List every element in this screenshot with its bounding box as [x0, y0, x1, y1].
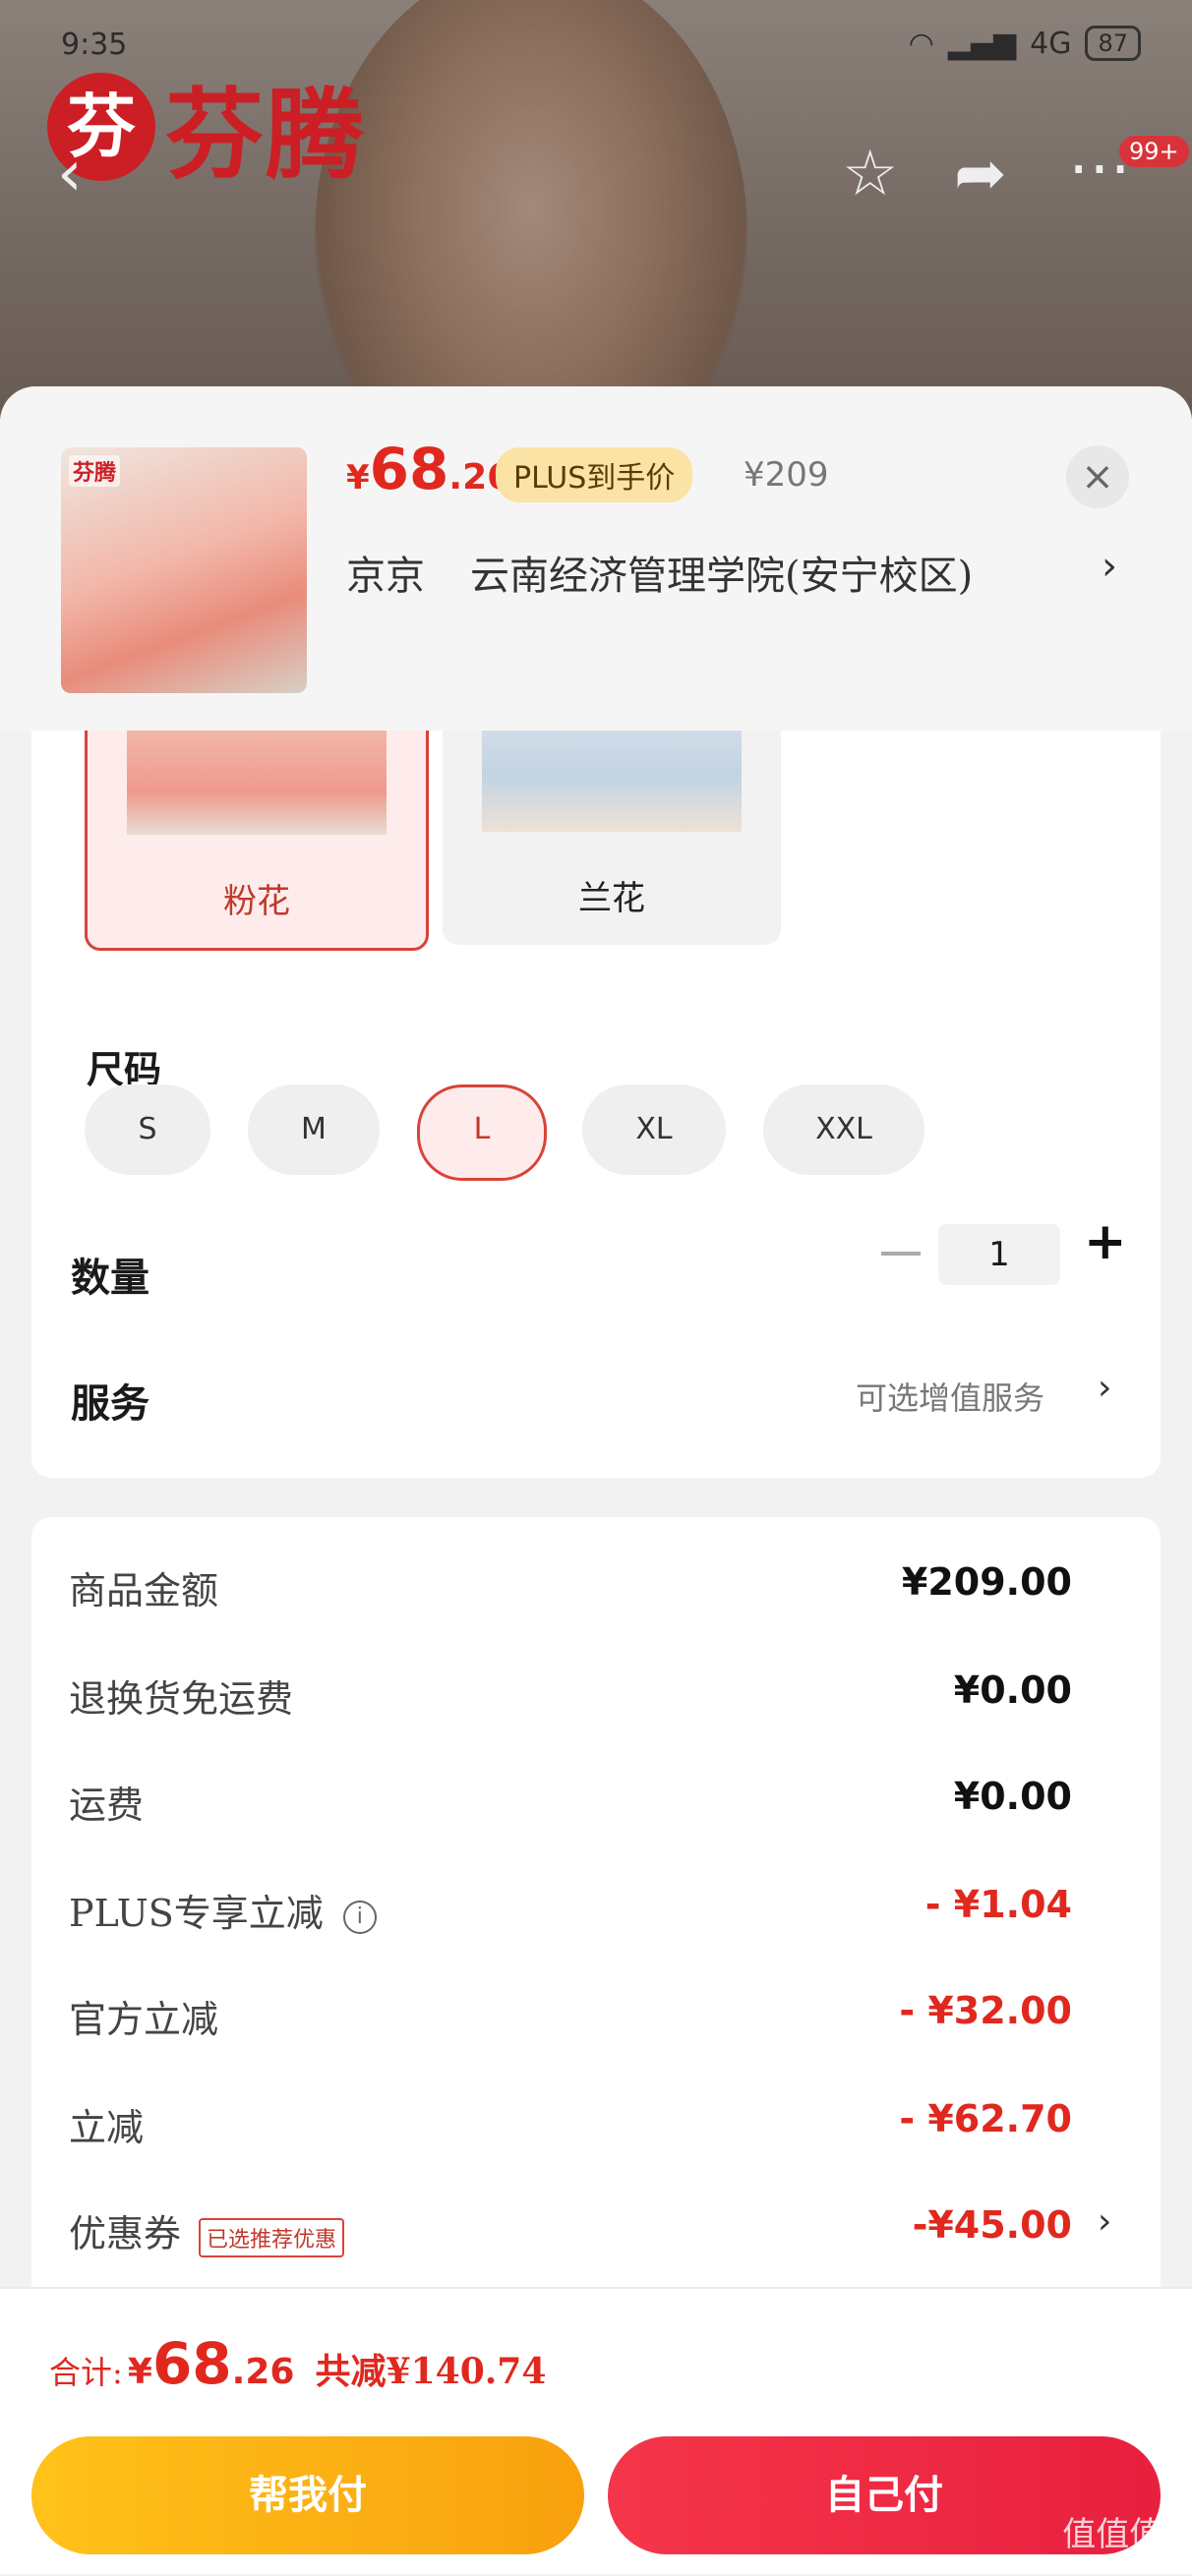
close-button[interactable]: ×: [1066, 445, 1129, 508]
watermark: 值值值 zhizhizhi.com: [1062, 2515, 1182, 2576]
total-saved: 共减¥140.74: [315, 2351, 547, 2392]
chevron-right-icon[interactable]: ›: [1102, 544, 1117, 589]
delivery-address[interactable]: 京京 云南经济管理学院(安宁校区): [346, 544, 973, 601]
price-row-value: ¥209.00: [901, 1560, 1072, 1604]
plus-price-tag: PLUS到手价: [496, 447, 693, 502]
star-icon[interactable]: ☆: [842, 138, 898, 210]
price-row-label: 运费: [69, 1784, 145, 1827]
address-city: 京京: [346, 554, 425, 599]
price-row-value: - ¥32.00: [899, 1989, 1072, 2032]
coupon-value[interactable]: -¥45.00: [913, 2203, 1072, 2247]
total-price: 合计: ¥68.26 共减¥140.74: [49, 2330, 547, 2397]
brand-logo: 芬 芬腾: [47, 55, 366, 198]
coupon-tag: 已选推荐优惠: [199, 2217, 345, 2257]
color-option-label: 兰花: [578, 879, 645, 918]
price-row-value: - ¥62.70: [899, 2097, 1072, 2140]
size-option-s[interactable]: S: [85, 1084, 210, 1175]
quantity-increase-button[interactable]: +: [1084, 1212, 1127, 1271]
color-option-label: 粉花: [223, 882, 290, 921]
service-hint[interactable]: 可选增值服务: [856, 1374, 1044, 1419]
price-row-label: 商品金额: [69, 1569, 219, 1612]
price-detail-card: 商品金额 ¥209.00 退换货免运费 ¥0.00 运费 ¥0.00 PLUS专…: [31, 1517, 1161, 2304]
size-option-xl[interactable]: XL: [582, 1084, 726, 1175]
back-arrow-icon[interactable]: ‹: [57, 138, 83, 210]
price-row-label: 立减: [69, 2106, 145, 2149]
price-row-label: PLUS专享立减: [69, 1892, 324, 1935]
network-label: 4G: [1030, 26, 1072, 61]
help-pay-button[interactable]: 帮我付: [31, 2436, 584, 2554]
battery-icon: 87: [1085, 26, 1141, 61]
service-label: 服务: [71, 1380, 149, 1427]
total-label: 合计:: [49, 2354, 123, 2391]
price-row-value: ¥0.00: [953, 1669, 1072, 1712]
chevron-right-icon[interactable]: ›: [1098, 1368, 1111, 1408]
size-option-l[interactable]: L: [417, 1084, 547, 1181]
price-row-value: - ¥1.04: [924, 1883, 1072, 1926]
original-price: ¥209: [744, 455, 829, 495]
size-option-m[interactable]: M: [248, 1084, 380, 1175]
size-option-xxl[interactable]: XXL: [763, 1084, 924, 1175]
signal-icon: ▂▄▆: [947, 26, 1017, 61]
address-detail: 云南经济管理学院(安宁校区): [470, 554, 974, 599]
info-icon[interactable]: i: [342, 1900, 377, 1934]
sku-sheet: 芬腾 ¥68.26 PLUS到手价 ¥209 × 京京 云南经济管理学院(安宁校区…: [0, 386, 1192, 2572]
quantity-input[interactable]: 1: [938, 1224, 1060, 1285]
price-row-value: ¥0.00: [953, 1775, 1072, 1818]
spec-card: 粉花 兰花 尺码 S M L XL XXL 数量 1 + 服务 可选增值服务 ›: [31, 672, 1161, 1478]
current-price: ¥68.26: [346, 436, 512, 502]
price-row-label: 优惠券: [69, 2212, 182, 2255]
price-row-label: 官方立减: [69, 1998, 219, 2041]
share-icon[interactable]: ➦: [954, 138, 1007, 210]
chevron-right-icon[interactable]: ›: [1098, 2201, 1111, 2242]
wifi-icon: ◠: [908, 26, 934, 61]
sheet-header: 芬腾 ¥68.26 PLUS到手价 ¥209 × 京京 云南经济管理学院(安宁校区…: [0, 386, 1192, 731]
quantity-label: 数量: [71, 1255, 149, 1301]
brand-name: 芬腾: [165, 78, 366, 193]
price-row-label: 退换货免运费: [69, 1677, 294, 1721]
quantity-decrease-button[interactable]: [881, 1252, 921, 1256]
price-row-plus: PLUS专享立减 i: [69, 1883, 377, 1937]
notification-badge: 99+: [1119, 136, 1189, 167]
checkout-footer: 合计: ¥68.26 共减¥140.74 帮我付 自己付: [0, 2287, 1192, 2574]
coupon-row[interactable]: 优惠券 已选推荐优惠: [69, 2203, 345, 2257]
product-thumbnail: 芬腾: [61, 447, 307, 693]
thumbnail-logo: 芬腾: [69, 455, 121, 487]
